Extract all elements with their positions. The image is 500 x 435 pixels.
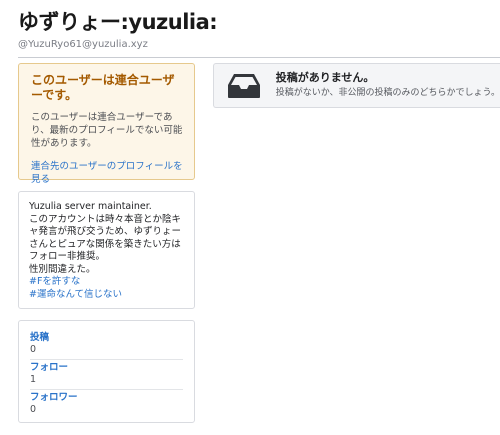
- stat-posts: 投稿 0: [30, 330, 183, 360]
- stats-card: 投稿 0 フォロー 1 フォロワー 0: [18, 320, 195, 423]
- followers-count: 0: [30, 404, 37, 415]
- bio-line: 性別間違えた。: [29, 263, 96, 275]
- federated-user-notice: このユーザーは連合ユーザーです。 このユーザーは連合ユーザーであり、最新のプロフ…: [18, 63, 195, 185]
- profile-sidebar: このユーザーは連合ユーザーです。 このユーザーは連合ユーザーであり、最新のプロフ…: [18, 63, 195, 423]
- inbox-icon: [226, 71, 263, 101]
- stat-following: フォロー 1: [30, 360, 183, 390]
- stat-followers: フォロワー 0: [30, 390, 183, 419]
- remote-profile-link[interactable]: 連合先のユーザーのプロフィールを見る: [31, 160, 183, 186]
- posts-count: 0: [30, 344, 37, 355]
- bio-line: このアカウントは時々本音とか陰キャ発言が飛び交うため、ゆずりょーさんとピュアな関…: [29, 213, 182, 263]
- empty-text: 投稿がありません。 投稿がないか、非公開の投稿のみのどちらかでしょう。: [276, 71, 500, 100]
- empty-title: 投稿がありません。: [275, 71, 375, 84]
- profile-header: ゆずりょー:yuzulia: @YuzuRyo61@yuzulia.xyz: [18, 8, 218, 50]
- notice-body: このユーザーは連合ユーザーであり、最新のプロフィールでない可能性があります。: [31, 112, 183, 149]
- empty-subtitle: 投稿がないか、非公開の投稿のみのどちらかでしょう。: [275, 88, 500, 98]
- account-handle: @YuzuRyo61@yuzulia.xyz: [18, 39, 148, 50]
- hashtag-link[interactable]: #Fを許すな: [29, 276, 184, 289]
- notice-title: このユーザーは連合ユーザーです。: [31, 73, 175, 102]
- display-name: ゆずりょー:yuzulia:: [18, 10, 218, 34]
- followers-link[interactable]: フォロワー: [30, 392, 183, 404]
- hashtag-link[interactable]: #運命なんて信じない: [29, 289, 184, 302]
- profile-page: ゆずりょー:yuzulia: @YuzuRyo61@yuzulia.xyz この…: [0, 0, 500, 435]
- posts-link[interactable]: 投稿: [30, 332, 183, 344]
- header-divider: [18, 57, 500, 58]
- bio-card: Yuzulia server maintainer. このアカウントは時々本音と…: [18, 191, 195, 309]
- following-link[interactable]: フォロー: [30, 362, 183, 374]
- empty-posts-notice: 投稿がありません。 投稿がないか、非公開の投稿のみのどちらかでしょう。: [213, 63, 500, 108]
- following-count: 1: [30, 374, 37, 385]
- bio-line: Yuzulia server maintainer.: [29, 201, 152, 212]
